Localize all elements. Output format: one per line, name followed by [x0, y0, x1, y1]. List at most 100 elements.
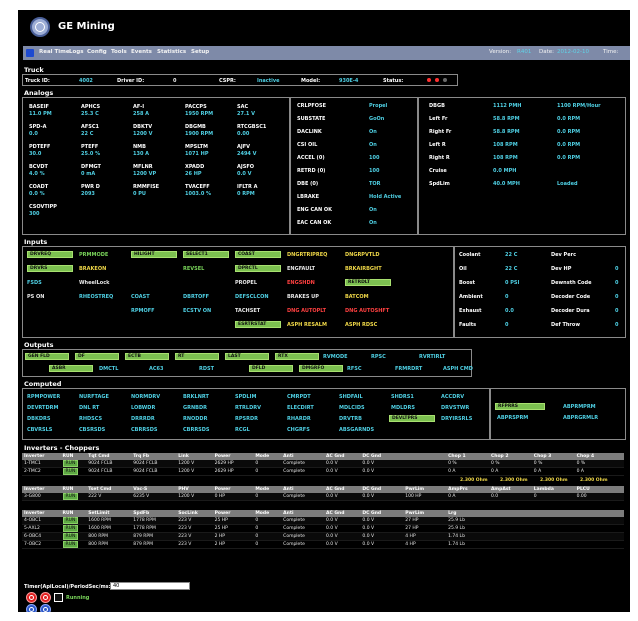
- table-cell: 6-OBC4: [22, 532, 61, 541]
- nav-item-events[interactable]: Events: [131, 49, 152, 55]
- inverter-table-traction: Inverter RUN Tqt Cmd Trq Fb Link Power Mode Ant…: [22, 453, 624, 476]
- table-cell: [531, 517, 575, 525]
- table-header-cell: Chop 3: [531, 453, 575, 460]
- analogs-mid-box: CRLPFOSE Propel SUBSTATE GoOn DACLINK On CSI O…: [290, 97, 418, 235]
- computed-indicator-label: BRKLNRT: [183, 394, 209, 400]
- table-header-cell: Anti: [281, 510, 325, 517]
- speed-extra: 0.0 RPM: [557, 155, 581, 161]
- table-header-cell: PHV: [176, 486, 213, 493]
- analog-status-label: SUBSTATE: [297, 116, 326, 122]
- table-cell: 3-G800: [22, 493, 61, 501]
- analog-label: RMMFISE: [133, 184, 160, 190]
- input-indicator-label: BRKAIRBGHT: [345, 266, 382, 272]
- timer-period-input[interactable]: 40: [110, 582, 190, 590]
- nav-item-config[interactable]: Config: [87, 49, 107, 55]
- analog-value: 0.0: [29, 131, 38, 137]
- computed-indicator-label: NURFTAGE: [79, 394, 109, 400]
- table-cell: 879 RPM: [131, 532, 177, 541]
- record-button[interactable]: [40, 592, 51, 603]
- input-indicator-label: FSDS: [27, 280, 42, 286]
- analog-value: 1003.0 %: [185, 191, 212, 197]
- table-cell: 27 HP: [403, 524, 447, 533]
- home-icon[interactable]: [26, 49, 34, 57]
- table-header-cell: Vac-S: [131, 486, 177, 493]
- computed-indicator-label: SPDLIM: [235, 394, 257, 400]
- driver-id-value: 0: [173, 78, 177, 84]
- input-indicator-label: ESRTRSTAT: [238, 322, 267, 327]
- table-header-cell: Mode: [253, 486, 282, 493]
- table-cell: 0 %: [574, 460, 624, 468]
- cspr-label: CSPR:: [219, 78, 236, 84]
- nav-item-setup[interactable]: Setup: [191, 49, 209, 55]
- computed-indicator-label: DEVLTPRS: [392, 416, 418, 421]
- analogs-section-title: Analogs: [24, 89, 54, 97]
- computed-indicator-label: RTRLDRV: [235, 405, 261, 411]
- table-header-cell: [574, 510, 624, 517]
- table-header-cell: Power: [212, 453, 254, 460]
- nav-item-logs[interactable]: Logs: [69, 49, 84, 55]
- input-indicator-label: DEFSCLCON: [235, 294, 269, 300]
- nav-item-real-time[interactable]: Real Time: [39, 49, 70, 55]
- analog-label: AJSFO: [237, 164, 254, 170]
- engine-label: Oil: [459, 266, 467, 272]
- stop-button[interactable]: [26, 592, 37, 603]
- table-cell: 1.74 Lb: [446, 540, 489, 549]
- engine-value: 22 C: [505, 266, 518, 272]
- table-cell: 0 A: [446, 493, 489, 501]
- computed-indicator-label: ELECDIRT: [287, 405, 314, 411]
- speed-value: 58.8 RPM: [493, 116, 520, 122]
- input-indicator-label: DNG AUTOSHFT: [345, 308, 390, 314]
- analog-status-label: EAC CAN OK: [297, 220, 332, 226]
- table-cell: 879 RPM: [131, 540, 177, 549]
- table-header-cell: Mode: [253, 510, 282, 517]
- nav-item-statistics[interactable]: Statistics: [157, 49, 186, 55]
- table-cell: 0 A: [488, 467, 532, 476]
- analog-value: 0 mA: [81, 171, 96, 177]
- table-cell: 0.0 V: [360, 460, 404, 468]
- analogs-right-box: DBGB 1112 PMH 1100 RPM/Hour Left Fr 58.8 RPM…: [418, 97, 626, 235]
- table-header-cell: Trq Fb: [131, 453, 177, 460]
- analog-status-value: On: [369, 207, 377, 213]
- computed-indicator-label: ACCDRV: [441, 394, 465, 400]
- analog-label: BCVDT: [29, 164, 48, 170]
- speed-value: 1112 PMH: [493, 103, 522, 109]
- speed-value: 0.0 MPH: [493, 168, 517, 174]
- refresh-button[interactable]: [40, 604, 51, 612]
- computed-section-title: Computed: [24, 380, 62, 388]
- computed-indicator-label: SHDFAIL: [339, 394, 363, 400]
- input-indicator-label: TACHSET: [235, 308, 261, 314]
- inverter-table-generator: Inverter RUN Tset Cmd Vac-S PHV Power Mode Anti…: [22, 486, 624, 501]
- record-icon: [43, 595, 48, 600]
- table-cell: Complete: [281, 532, 325, 541]
- running-checkbox[interactable]: [54, 593, 63, 602]
- table-cell: 223 V: [176, 517, 213, 525]
- run-status-cell: RUN: [60, 467, 87, 476]
- computed-indicator-label: ABPRSPRM: [497, 415, 529, 421]
- table-cell: 1-TMC1: [22, 460, 61, 468]
- table-cell: 800 RPM: [86, 540, 132, 549]
- engine-label-2: Dev Perc: [551, 252, 577, 258]
- output-indicator-label: ECTB: [128, 354, 141, 359]
- table-cell: 0: [253, 540, 282, 549]
- engine-label-2: Dev HP: [551, 266, 572, 272]
- run-badge: RUN: [62, 517, 79, 524]
- nav-item-tools[interactable]: Tools: [111, 49, 127, 55]
- output-indicator-label: RTX: [278, 354, 288, 359]
- inverters-section-title: Inverters - Choppers: [24, 444, 100, 452]
- app-header: GE Mining: [18, 10, 630, 44]
- computed-indicator-label: RPSRDR: [235, 416, 258, 422]
- input-indicator-label: WheelLock: [79, 280, 110, 286]
- run-status-cell: RUN: [60, 493, 87, 501]
- table-header-cell: DC Gnd: [360, 486, 404, 493]
- app-title: GE Mining: [58, 21, 115, 32]
- analog-label: PTEFF: [81, 144, 99, 150]
- analog-value: 1900 RPM: [185, 131, 214, 137]
- analog-status-label: DBE (0): [297, 181, 319, 187]
- table-cell: 1200 V: [176, 467, 213, 476]
- table-cell: 4 HP: [403, 540, 447, 549]
- input-indicator-label: DPRCTL: [238, 266, 258, 271]
- table-cell: 223 V: [176, 540, 213, 549]
- output-indicator-label: RFSC: [347, 366, 362, 372]
- speed-extra: 0.0 RPM: [557, 142, 581, 148]
- play-button[interactable]: [26, 604, 37, 612]
